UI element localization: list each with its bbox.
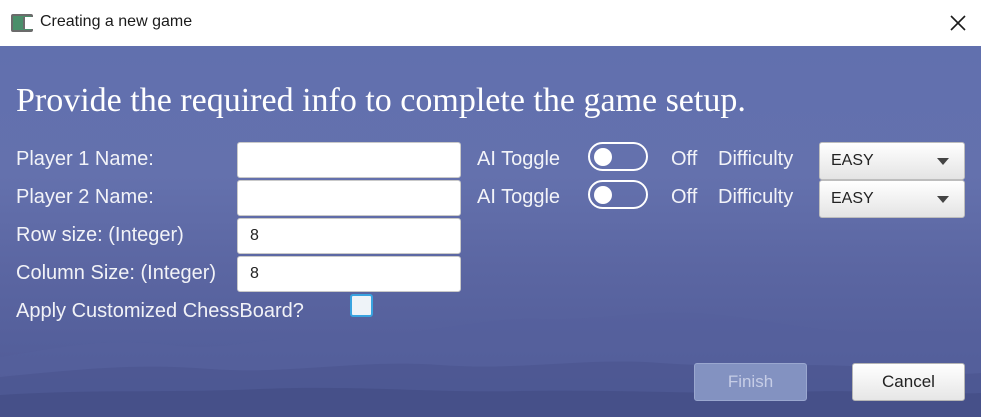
player1-name-label: Player 1 Name: <box>16 148 154 170</box>
player1-ai-toggle[interactable] <box>588 142 648 171</box>
player1-ai-state: Off <box>671 148 698 170</box>
title-bar: Creating a new game <box>0 0 981 46</box>
player2-difficulty-label: Difficulty <box>718 186 794 208</box>
cancel-button[interactable]: Cancel <box>852 363 965 401</box>
page-heading: Provide the required info to complete th… <box>16 82 746 119</box>
row-size-input[interactable] <box>237 218 461 254</box>
player2-ai-toggle-label: AI Toggle <box>477 186 561 208</box>
player1-difficulty-select[interactable]: EASY <box>819 142 965 180</box>
row-size-label: Row size: (Integer) <box>16 224 184 246</box>
player1-ai-toggle-label: AI Toggle <box>477 148 561 170</box>
player2-ai-toggle[interactable] <box>588 180 648 209</box>
player2-ai-state: Off <box>671 186 698 208</box>
column-size-label: Column Size: (Integer) <box>16 262 217 284</box>
finish-button[interactable]: Finish <box>694 363 807 401</box>
custom-board-checkbox[interactable] <box>350 294 373 317</box>
column-size-input[interactable] <box>237 256 461 292</box>
player2-name-label: Player 2 Name: <box>16 186 154 208</box>
dialog-content: Provide the required info to complete th… <box>0 46 981 417</box>
player1-name-input[interactable] <box>237 142 461 178</box>
mountain-background <box>0 312 981 417</box>
chevron-down-icon <box>937 158 949 165</box>
player1-difficulty-value: EASY <box>831 152 874 169</box>
player2-difficulty-value: EASY <box>831 190 874 207</box>
player2-difficulty-select[interactable]: EASY <box>819 180 965 218</box>
close-icon <box>950 15 966 31</box>
custom-board-label: Apply Customized ChessBoard? <box>16 300 304 322</box>
toggle-knob <box>594 148 612 166</box>
close-button[interactable] <box>935 0 981 46</box>
app-window-icon <box>11 14 33 32</box>
player2-name-input[interactable] <box>237 180 461 216</box>
toggle-knob <box>594 186 612 204</box>
window-title: Creating a new game <box>40 13 193 30</box>
chevron-down-icon <box>937 196 949 203</box>
player1-difficulty-label: Difficulty <box>718 148 794 170</box>
